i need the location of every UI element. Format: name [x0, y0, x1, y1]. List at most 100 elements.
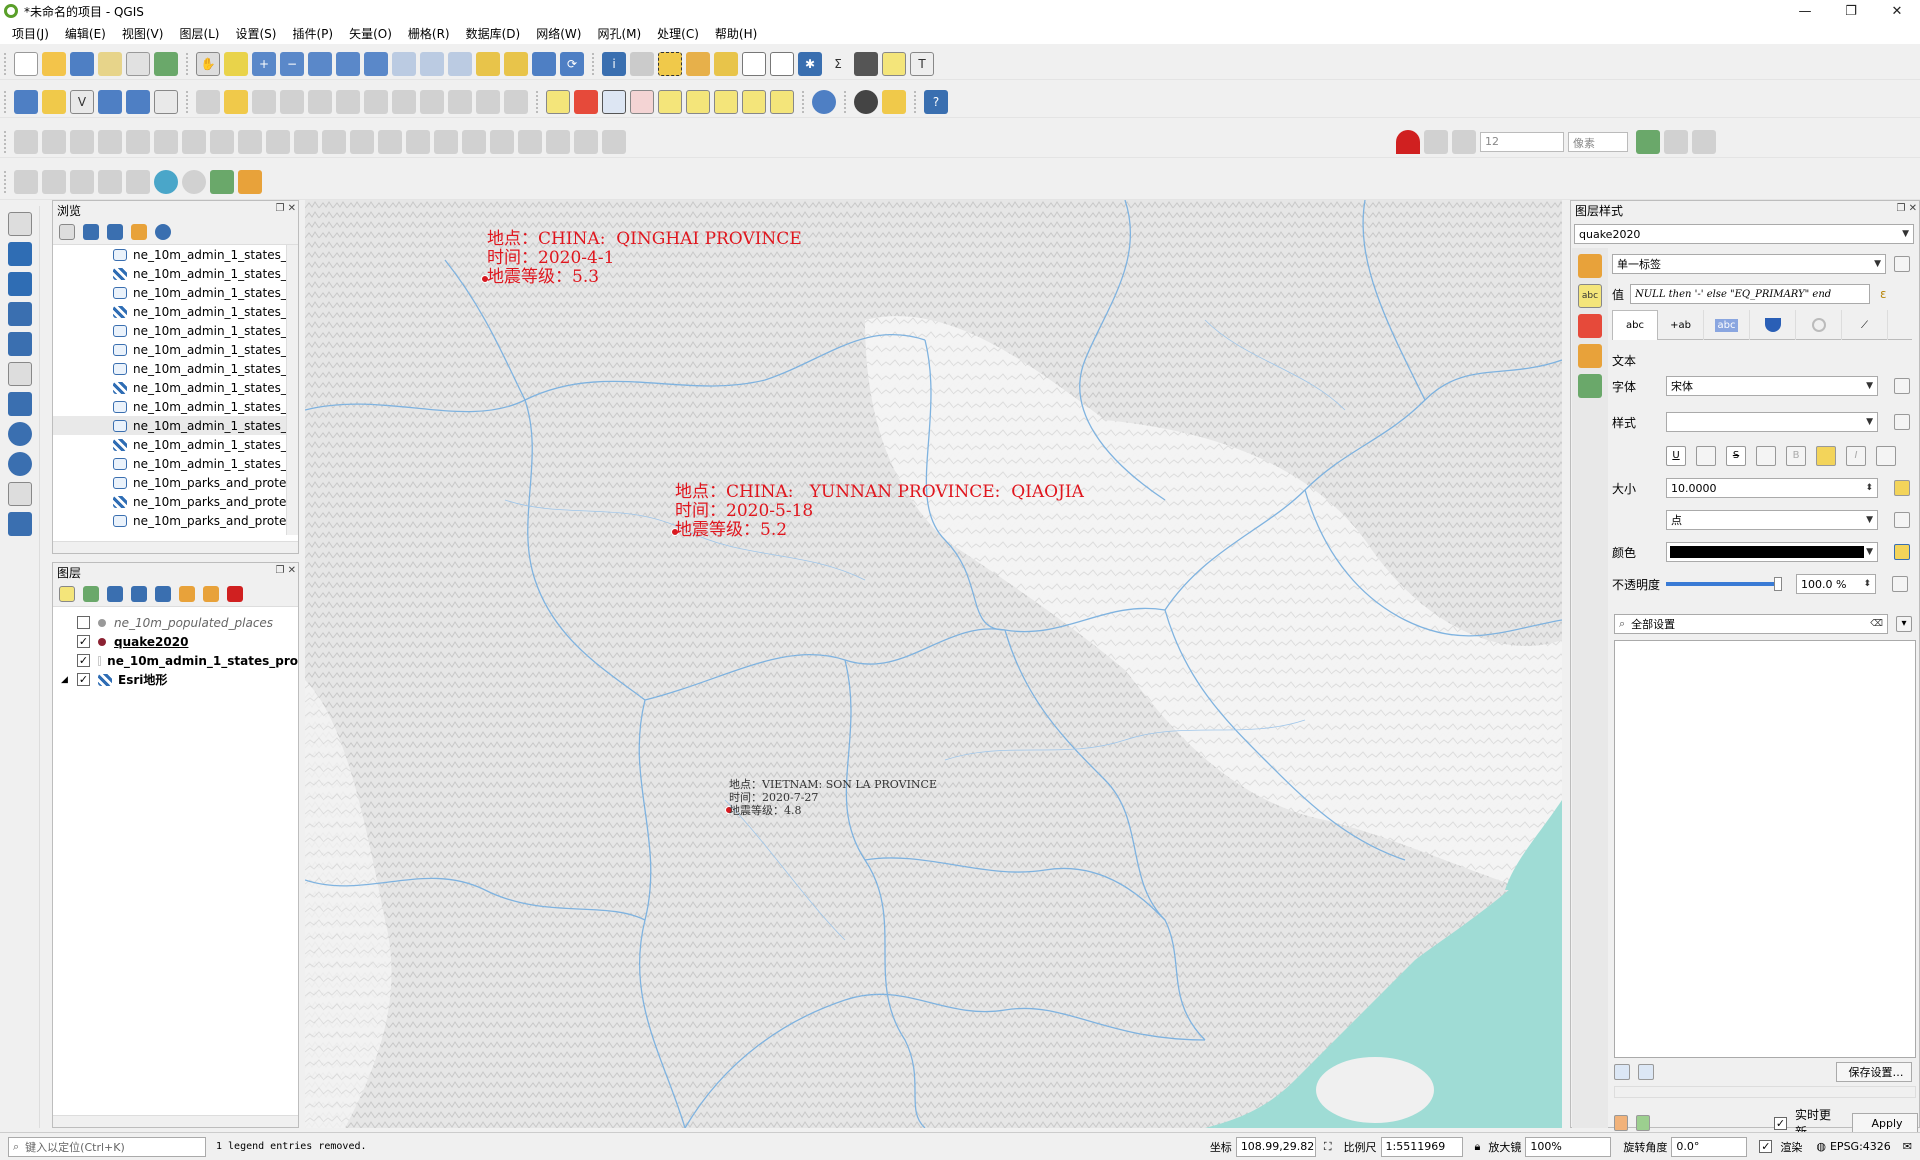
add-arcgis-layer-icon[interactable] [8, 482, 32, 506]
pan-icon[interactable]: ✋ [196, 51, 220, 76]
digitize-icon-22[interactable] [602, 129, 626, 154]
paste-features-icon[interactable] [448, 89, 472, 114]
menu-item[interactable]: 数据库(D) [458, 25, 529, 42]
menu-item[interactable]: 处理(C) [649, 25, 707, 42]
browser-item[interactable]: ne_10m_admin_1_states_pr [53, 264, 298, 283]
layer-checkbox[interactable] [77, 616, 90, 629]
toggle-editing-icon[interactable] [224, 89, 248, 114]
panel-float-close-icon[interactable]: ❐ ✕ [275, 203, 296, 214]
italic-override-icon[interactable] [1876, 446, 1896, 466]
layer-checkbox[interactable]: ✓ [77, 673, 90, 686]
tab-shadow[interactable] [1796, 310, 1842, 340]
add-wms-layer-icon[interactable] [8, 392, 32, 416]
strikeout-override-icon[interactable] [1756, 446, 1776, 466]
menu-item[interactable]: 插件(P) [284, 25, 341, 42]
data-defined-override-icon[interactable] [1892, 576, 1908, 592]
redo-icon[interactable] [504, 89, 528, 114]
zoom-last-icon[interactable] [420, 51, 444, 76]
digitize-icon-17[interactable] [462, 129, 486, 154]
maximize-button[interactable]: ❐ [1828, 0, 1874, 22]
browser-item[interactable]: ne_10m_admin_1_states_pr [53, 378, 298, 397]
cloud-icon[interactable] [182, 169, 206, 194]
settings-search-input[interactable]: ⌕ 全部设置 ⌫ [1614, 614, 1888, 634]
crs-button[interactable]: EPSG:4326 [1830, 1140, 1891, 1153]
labels-tab-icon[interactable]: abc [1578, 284, 1602, 308]
deselect-icon[interactable] [714, 51, 738, 76]
shape-digitize-icon-1[interactable] [14, 169, 38, 194]
manage-map-themes-icon[interactable] [107, 585, 123, 602]
locator-input[interactable]: ⌕ 键入以定位(Ctrl+K) [8, 1136, 206, 1157]
browser-item[interactable]: ne_10m_admin_1_states_pr [53, 302, 298, 321]
redo-icon[interactable] [1635, 1115, 1650, 1131]
save-project-icon[interactable] [70, 51, 94, 76]
close-button[interactable]: ✕ [1874, 0, 1920, 22]
snap-tolerance-input[interactable]: 12 [1480, 131, 1564, 152]
save-settings-button[interactable]: 保存设置… [1836, 1062, 1912, 1082]
apply-button[interactable]: Apply [1852, 1113, 1918, 1133]
run-action-icon[interactable] [630, 51, 654, 76]
layer-row-esri-terrain[interactable]: ◢ ✓ Esri地形 [53, 670, 298, 689]
refresh-icon[interactable] [83, 223, 99, 240]
size-unit-select[interactable]: 点 ▼ [1666, 510, 1878, 530]
layer-row-populated-places[interactable]: ne_10m_populated_places [53, 613, 298, 632]
refresh-icon[interactable]: ⟳ [560, 51, 584, 76]
add-vector-tile-icon[interactable] [8, 512, 32, 536]
undo-icon[interactable] [476, 89, 500, 114]
layer-row-admin-states[interactable]: ✓ ne_10m_admin_1_states_pro [53, 651, 298, 670]
masks-tab-icon[interactable] [1578, 344, 1602, 368]
menu-item[interactable]: 帮助(H) [707, 25, 765, 42]
minimize-button[interactable]: — [1782, 0, 1828, 22]
browser-item[interactable]: ne_10m_admin_1_states_pr [53, 245, 298, 264]
browser-scrollbar[interactable] [286, 245, 298, 535]
messages-icon[interactable]: ✉ [1903, 1140, 1912, 1153]
pan-to-selection-icon[interactable] [224, 51, 248, 76]
label-toolbar-icon[interactable] [546, 89, 570, 114]
self-snapping-icon[interactable] [1692, 129, 1716, 154]
underline-button[interactable]: U [1666, 446, 1686, 466]
menu-item[interactable]: 编辑(E) [57, 25, 114, 42]
opacity-spinbox[interactable]: 100.0 % ⬍ [1796, 574, 1876, 594]
search-plugin-icon[interactable] [210, 169, 234, 194]
magnifier-spinbox[interactable]: 100% [1525, 1136, 1612, 1157]
shape-digitize-icon-3[interactable] [70, 169, 94, 194]
digitize-icon-13[interactable] [350, 129, 374, 154]
modify-attributes-icon[interactable] [336, 89, 360, 114]
delete-selected-icon[interactable] [364, 89, 388, 114]
menu-item[interactable]: 设置(S) [228, 25, 285, 42]
digitize-icon-19[interactable] [518, 129, 542, 154]
select-features-icon[interactable] [658, 51, 682, 76]
collapse-all-icon[interactable] [131, 223, 147, 240]
new-shapefile-layer-icon[interactable]: V [70, 89, 94, 114]
current-edits-icon[interactable] [196, 89, 220, 114]
symbology-tab-icon[interactable] [1578, 254, 1602, 278]
browser-item[interactable]: ne_10m_admin_1_states_pr [53, 397, 298, 416]
topological-editing-icon[interactable] [1636, 129, 1660, 154]
strikeout-button[interactable]: S [1726, 446, 1746, 466]
globe-icon[interactable] [154, 169, 178, 194]
pin-label-icon[interactable] [658, 89, 682, 114]
bookmark-icon[interactable] [532, 51, 556, 76]
data-defined-override-icon[interactable] [1894, 414, 1910, 430]
vertex-tool-icon[interactable] [308, 89, 332, 114]
data-defined-override-icon[interactable] [1894, 544, 1910, 560]
map-canvas[interactable]: 地点：CHINA: QINGHAI PROVINCE 时间：2020-4-1 地… [305, 200, 1562, 1128]
select-by-expression-icon[interactable] [686, 51, 710, 76]
browser-item[interactable]: ne_10m_parks_and_protec [53, 473, 298, 492]
move-label-icon[interactable] [714, 89, 738, 114]
browser-item[interactable]: ne_10m_parks_and_protec [53, 492, 298, 511]
digitize-icon-16[interactable] [434, 129, 458, 154]
layer-row-quake2020[interactable]: ✓ quake2020 [53, 632, 298, 651]
browser-hscrollbar[interactable] [53, 541, 298, 553]
digitize-icon-12[interactable] [322, 129, 346, 154]
new-project-icon[interactable] [14, 51, 38, 76]
new-spatialite-layer-icon[interactable] [98, 89, 122, 114]
coordinate-field[interactable]: 108.99,29.82 [1235, 1136, 1316, 1157]
menu-item[interactable]: 栅格(R) [400, 25, 458, 42]
measure-icon[interactable] [854, 51, 878, 76]
change-label-icon[interactable] [770, 89, 794, 114]
layers-hscrollbar[interactable] [53, 1115, 298, 1127]
layer-checkbox[interactable]: ✓ [77, 654, 90, 667]
digitize-icon-18[interactable] [490, 129, 514, 154]
tab-text[interactable]: abc [1612, 310, 1658, 340]
menu-item[interactable]: 网孔(M) [589, 25, 649, 42]
